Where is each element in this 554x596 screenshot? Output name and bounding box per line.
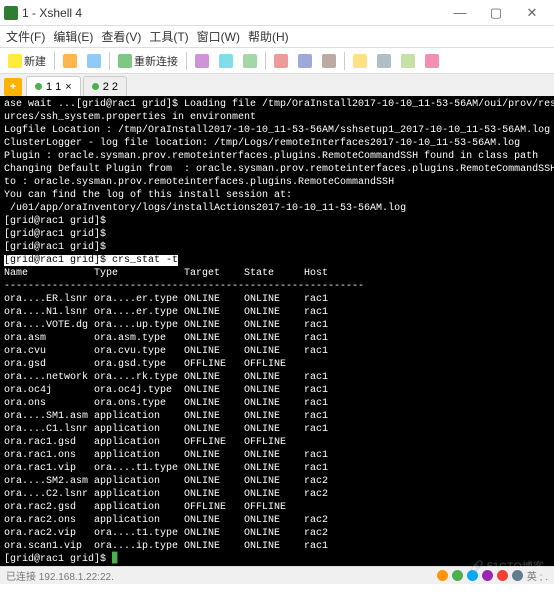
maximize-button[interactable]: ▢ xyxy=(478,1,514,25)
terminal-line: ora.rac2.gsd application OFFLINE OFFLINE xyxy=(4,501,550,514)
terminal-line: ora.ons ora.ons.type ONLINE ONLINE rac1 xyxy=(4,397,550,410)
tool-button[interactable] xyxy=(191,51,213,71)
tab-1[interactable]: 1 1 × xyxy=(26,76,81,96)
separator xyxy=(344,52,345,70)
tool-button[interactable] xyxy=(239,51,261,71)
tool-icon xyxy=(425,54,439,68)
status-icon xyxy=(452,570,463,581)
terminal-line: ora.asm ora.asm.type ONLINE ONLINE rac1 xyxy=(4,332,550,345)
tool-button[interactable] xyxy=(421,51,443,71)
menu-window[interactable]: 窗口(W) xyxy=(197,28,240,45)
tool-icon xyxy=(401,54,415,68)
separator xyxy=(109,52,110,70)
reconnect-label: 重新连接 xyxy=(134,53,178,69)
tool-icon xyxy=(353,54,367,68)
tool-icon xyxy=(377,54,391,68)
menu-tools[interactable]: 工具(T) xyxy=(149,28,188,45)
tab-2[interactable]: 2 2 xyxy=(83,76,127,96)
app-icon xyxy=(4,6,18,20)
tool-icon xyxy=(322,54,336,68)
status-icon xyxy=(437,570,448,581)
terminal-line: /u01/app/oraInventory/logs/installAction… xyxy=(4,202,550,215)
terminal-line: You can find the log of this install ses… xyxy=(4,189,550,202)
terminal-line: to : oracle.sysman.prov.remoteinterfaces… xyxy=(4,176,550,189)
tool-button[interactable] xyxy=(318,51,340,71)
save-button[interactable] xyxy=(83,51,105,71)
new-label: 新建 xyxy=(24,53,46,69)
status-dot-icon xyxy=(35,83,42,90)
close-button[interactable]: ✕ xyxy=(514,1,550,25)
tool-button[interactable] xyxy=(215,51,237,71)
terminal-line: [grid@rac1 grid]$ xyxy=(4,228,550,241)
watermark: 🔗 51CTO博客 xyxy=(470,558,544,574)
tab-label: 2 2 xyxy=(103,81,118,93)
save-icon xyxy=(87,54,101,68)
new-icon xyxy=(8,54,22,68)
terminal-line: Logfile Location : /tmp/OraInstall2017-1… xyxy=(4,124,550,137)
tool-button[interactable] xyxy=(270,51,292,71)
terminal-line: ClusterLogger - log file location: /tmp/… xyxy=(4,137,550,150)
minimize-button[interactable]: — xyxy=(442,1,478,25)
menu-view[interactable]: 查看(V) xyxy=(101,28,141,45)
terminal-line: ora.rac1.ons application ONLINE ONLINE r… xyxy=(4,449,550,462)
new-button[interactable]: 新建 xyxy=(4,51,50,71)
terminal-line: ora....VOTE.dg ora....up.type ONLINE ONL… xyxy=(4,319,550,332)
terminal-line: Changing Default Plugin from : oracle.sy… xyxy=(4,163,550,176)
terminal-line: [grid@rac1 grid]$ xyxy=(4,241,550,254)
window-title: 1 - Xshell 4 xyxy=(22,6,442,20)
terminal-line: ora....network ora....rk.type ONLINE ONL… xyxy=(4,371,550,384)
titlebar: 1 - Xshell 4 — ▢ ✕ xyxy=(0,0,554,26)
tool-icon xyxy=(195,54,209,68)
menu-file[interactable]: 文件(F) xyxy=(6,28,45,45)
tool-icon xyxy=(298,54,312,68)
terminal-line: ora.gsd ora.gsd.type OFFLINE OFFLINE xyxy=(4,358,550,371)
terminal-line: ora.rac1.gsd application OFFLINE OFFLINE xyxy=(4,436,550,449)
terminal-line: ora.scan1.vip ora....ip.type ONLINE ONLI… xyxy=(4,540,550,553)
tool-icon xyxy=(243,54,257,68)
reconnect-icon xyxy=(118,54,132,68)
terminal-line: urces/ssh_system.properties in environme… xyxy=(4,111,550,124)
terminal[interactable]: ase wait ...[grid@rac1 grid]$ Loading fi… xyxy=(0,96,554,566)
terminal-line: ora.rac2.ons application ONLINE ONLINE r… xyxy=(4,514,550,527)
menubar: 文件(F) 编辑(E) 查看(V) 工具(T) 窗口(W) 帮助(H) xyxy=(0,26,554,48)
terminal-line: ora.rac1.vip ora....t1.type ONLINE ONLIN… xyxy=(4,462,550,475)
terminal-line: ora....SM2.asm application ONLINE ONLINE… xyxy=(4,475,550,488)
terminal-line: Plugin : oracle.sysman.prov.remoteinterf… xyxy=(4,150,550,163)
tool-button[interactable] xyxy=(294,51,316,71)
folder-icon xyxy=(63,54,77,68)
terminal-line: ase wait ...[grid@rac1 grid]$ Loading fi… xyxy=(4,98,550,111)
terminal-line: ora.rac2.vip ora....t1.type ONLINE ONLIN… xyxy=(4,527,550,540)
tool-button[interactable] xyxy=(397,51,419,71)
terminal-prompt: [grid@rac1 grid]$ ▉ xyxy=(4,553,550,566)
toolbar: 新建 重新连接 xyxy=(0,48,554,74)
terminal-line: ora....C2.lsnr application ONLINE ONLINE… xyxy=(4,488,550,501)
terminal-line: ora.oc4j ora.oc4j.type ONLINE ONLINE rac… xyxy=(4,384,550,397)
tool-icon xyxy=(219,54,233,68)
status-left: 已连接 192.168.1.22:22. xyxy=(6,568,114,583)
menu-edit[interactable]: 编辑(E) xyxy=(53,28,93,45)
separator xyxy=(54,52,55,70)
tool-icon xyxy=(274,54,288,68)
terminal-line: ora....ER.lsnr ora....er.type ONLINE ONL… xyxy=(4,293,550,306)
reconnect-button[interactable]: 重新连接 xyxy=(114,51,182,71)
open-button[interactable] xyxy=(59,51,81,71)
terminal-line: Name Type Target State Host xyxy=(4,267,550,280)
new-tab-button[interactable]: + xyxy=(4,78,22,96)
status-dot-icon xyxy=(92,83,99,90)
separator xyxy=(265,52,266,70)
terminal-line: ora....C1.lsnr application ONLINE ONLINE… xyxy=(4,423,550,436)
tabbar: + 1 1 × 2 2 xyxy=(0,74,554,96)
terminal-line: [grid@rac1 grid]$ crs_stat -t xyxy=(4,254,550,267)
tab-label: 1 1 xyxy=(46,81,61,93)
terminal-line: [grid@rac1 grid]$ xyxy=(4,215,550,228)
tab-close-icon[interactable]: × xyxy=(65,81,71,93)
terminal-line: ora....SM1.asm application ONLINE ONLINE… xyxy=(4,410,550,423)
tool-button[interactable] xyxy=(349,51,371,71)
separator xyxy=(186,52,187,70)
terminal-line: ora.cvu ora.cvu.type ONLINE ONLINE rac1 xyxy=(4,345,550,358)
terminal-line: ----------------------------------------… xyxy=(4,280,550,293)
menu-help[interactable]: 帮助(H) xyxy=(248,28,289,45)
terminal-line: ora....N1.lsnr ora....er.type ONLINE ONL… xyxy=(4,306,550,319)
tool-button[interactable] xyxy=(373,51,395,71)
